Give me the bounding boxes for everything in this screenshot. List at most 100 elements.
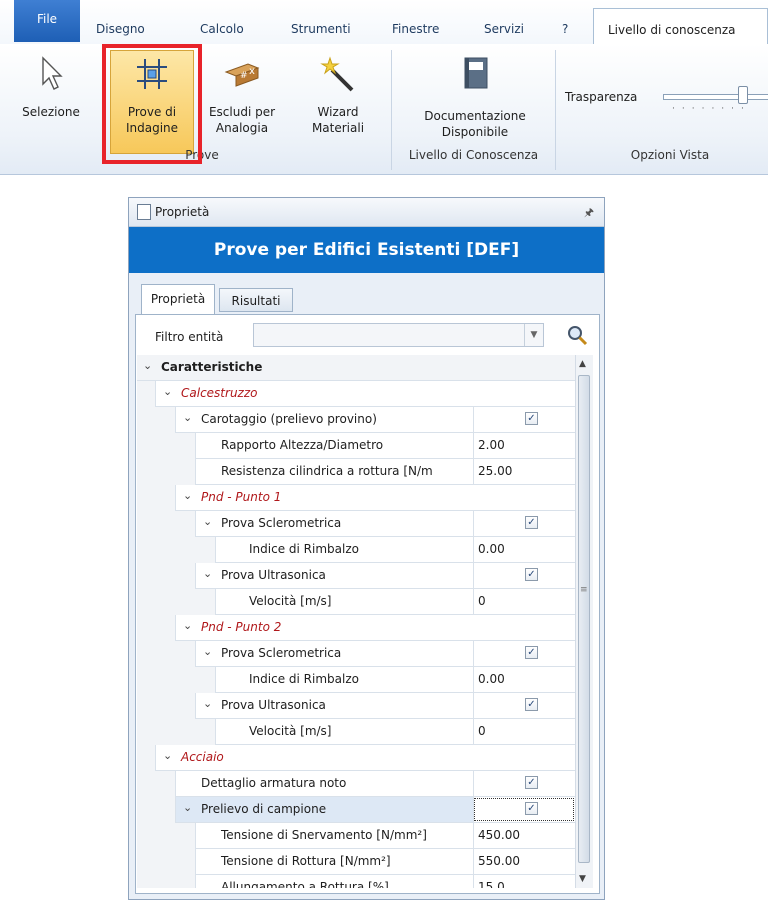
checkbox[interactable]: ✓ (525, 802, 538, 815)
value-cell[interactable]: ✓ (473, 771, 575, 796)
property-prelievo-campione[interactable]: ⌄ Prelievo di campione ✓ (137, 797, 575, 823)
label: Prelievo di campione (201, 802, 327, 816)
scrollbar-thumb[interactable] (578, 375, 590, 863)
filter-combo[interactable]: ▼ (253, 323, 544, 347)
chevron-down-icon[interactable]: ▼ (524, 324, 543, 346)
subcategory-acciaio[interactable]: ⌄ Acciaio (137, 745, 575, 771)
scroll-down-icon[interactable]: ▼ (579, 874, 586, 884)
value-cell[interactable]: ✓ (473, 511, 575, 536)
cursor-arrow-icon (31, 54, 71, 94)
chevron-down-icon[interactable]: ⌄ (163, 385, 172, 398)
label: Pnd - Punto 2 (201, 620, 282, 634)
wizard-materiali-button[interactable]: Wizard Materiali (296, 54, 380, 136)
property-tensione-snervamento[interactable]: Tensione di Snervamento [N/mm²] 450.00 (137, 823, 575, 849)
tab-finestre[interactable]: Finestre (392, 22, 439, 36)
checkbox[interactable]: ✓ (525, 698, 538, 711)
property-dettaglio-armatura[interactable]: Dettaglio armatura noto ✓ (137, 771, 575, 797)
chevron-down-icon[interactable]: ⌄ (183, 619, 192, 632)
property-velocita-1[interactable]: Velocità [m/s] 0 (137, 589, 575, 615)
value-cell[interactable]: 0.00 (473, 537, 575, 562)
vertical-scrollbar[interactable]: ▲ ≡ ▼ (575, 355, 593, 888)
checkbox[interactable]: ✓ (525, 516, 538, 529)
tab-proprieta[interactable]: Proprietà (141, 284, 215, 314)
property-rimbalzo-1[interactable]: Indice di Rimbalzo 0.00 (137, 537, 575, 563)
value-cell[interactable]: 15.0 (473, 875, 575, 888)
property-ultrasonica-1[interactable]: ⌄ Prova Ultrasonica ✓ (137, 563, 575, 589)
subcategory-pnd-punto-1[interactable]: ⌄ Pnd - Punto 1 (137, 485, 575, 511)
tab-risultati[interactable]: Risultati (219, 288, 293, 312)
value-cell[interactable]: 550.00 (473, 849, 575, 874)
value-cell[interactable]: 450.00 (473, 823, 575, 848)
value-cell[interactable]: 0 (473, 719, 575, 744)
chevron-down-icon[interactable]: ⌄ (203, 567, 212, 580)
selezione-button[interactable]: Selezione (12, 54, 90, 120)
scroll-up-icon[interactable]: ▲ (579, 359, 586, 369)
property-ultrasonica-2[interactable]: ⌄ Prova Ultrasonica ✓ (137, 693, 575, 719)
property-rapporto[interactable]: Rapporto Altezza/Diametro 2.00 (137, 433, 575, 459)
checkbox[interactable]: ✓ (525, 776, 538, 789)
search-icon[interactable] (566, 324, 588, 346)
value-cell[interactable]: ✓ (473, 407, 575, 432)
value-cell[interactable]: ✓ (473, 563, 575, 588)
filter-label: Filtro entità (155, 330, 224, 344)
chevron-down-icon[interactable]: ⌄ (163, 749, 172, 762)
tab-calcolo[interactable]: Calcolo (200, 22, 244, 36)
subcategory-pnd-punto-2[interactable]: ⌄ Pnd - Punto 2 (137, 615, 575, 641)
group-separator (555, 50, 556, 170)
trasparenza-label: Trasparenza (565, 90, 638, 104)
trasparenza-slider-track[interactable] (663, 94, 768, 100)
label: Tensione di Rottura [N/mm²] (221, 854, 391, 868)
label: Acciaio (181, 750, 224, 764)
property-rimbalzo-2[interactable]: Indice di Rimbalzo 0.00 (137, 667, 575, 693)
checkbox[interactable]: ✓ (525, 568, 538, 581)
chevron-down-icon[interactable]: ⌄ (183, 489, 192, 502)
slider-ticks: ········ (672, 104, 751, 114)
category-caratteristiche[interactable]: ⌄ Caratteristiche (137, 355, 575, 381)
label: Carotaggio (prelievo provino) (201, 412, 377, 426)
pin-icon[interactable]: 🖈 (584, 204, 594, 223)
wizard-label-1: Wizard (317, 105, 359, 119)
value-cell[interactable]: 25.00 (473, 459, 575, 484)
property-resistenza[interactable]: Resistenza cilindrica a rottura [N/m 25.… (137, 459, 575, 485)
tab-strumenti[interactable]: Strumenti (291, 22, 351, 36)
property-allungamento[interactable]: Allungamento a Rottura [%] 15.0 (137, 875, 575, 888)
property-sclerometrica-1[interactable]: ⌄ Prova Sclerometrica ✓ (137, 511, 575, 537)
checkbox[interactable]: ✓ (525, 646, 538, 659)
property-carotaggio[interactable]: ⌄ Carotaggio (prelievo provino) ✓ (137, 407, 575, 433)
chevron-down-icon[interactable]: ⌄ (203, 515, 212, 528)
value-cell[interactable]: 0.00 (473, 667, 575, 692)
label: Pnd - Punto 1 (201, 490, 282, 504)
property-tensione-rottura[interactable]: Tensione di Rottura [N/mm²] 550.00 (137, 849, 575, 875)
chevron-down-icon[interactable]: ⌄ (183, 411, 192, 424)
escludi-per-analogia-button[interactable]: # x Escludi per Analogia (200, 54, 284, 136)
chevron-down-icon[interactable]: ⌄ (183, 801, 192, 814)
property-sclerometrica-2[interactable]: ⌄ Prova Sclerometrica ✓ (137, 641, 575, 667)
value-cell[interactable]: 0 (473, 589, 575, 614)
group-label-livello: Livello di Conoscenza (408, 148, 539, 162)
label: Prova Sclerometrica (221, 516, 342, 530)
tab-disegno[interactable]: Disegno (96, 22, 145, 36)
panel-titlebar: Proprietà 🖈 (129, 198, 604, 227)
chevron-down-icon[interactable]: ⌄ (143, 359, 152, 372)
chevron-down-icon[interactable]: ⌄ (203, 697, 212, 710)
selezione-label: Selezione (22, 105, 80, 119)
subcategory-calcestruzzo[interactable]: ⌄ Calcestruzzo (137, 381, 575, 407)
documentazione-disponibile-button[interactable]: Documentazione Disponibile (396, 54, 554, 140)
value-cell[interactable]: ✓ (473, 797, 575, 822)
property-velocita-2[interactable]: Velocità [m/s] 0 (137, 719, 575, 745)
ribbon-tab-bar: File Disegno Calcolo Strumenti Finestre … (0, 0, 768, 45)
chevron-down-icon[interactable]: ⌄ (203, 645, 212, 658)
value-cell[interactable]: ✓ (473, 641, 575, 666)
panel-header: Prove per Edifici Esistenti [DEF] (129, 227, 604, 273)
value-cell[interactable]: 2.00 (473, 433, 575, 458)
trasparenza-slider-thumb[interactable] (738, 86, 748, 104)
tab-livello-di-conoscenza[interactable]: Livello di conoscenza (593, 8, 768, 45)
checkbox[interactable]: ✓ (525, 412, 538, 425)
value-cell[interactable]: ✓ (473, 693, 575, 718)
beam-exclude-icon: # x (222, 54, 262, 94)
label: Calcestruzzo (181, 386, 258, 400)
tab-help[interactable]: ? (562, 22, 568, 36)
tab-servizi[interactable]: Servizi (484, 22, 524, 36)
tab-file[interactable]: File (14, 0, 80, 42)
label: Caratteristiche (161, 360, 263, 374)
